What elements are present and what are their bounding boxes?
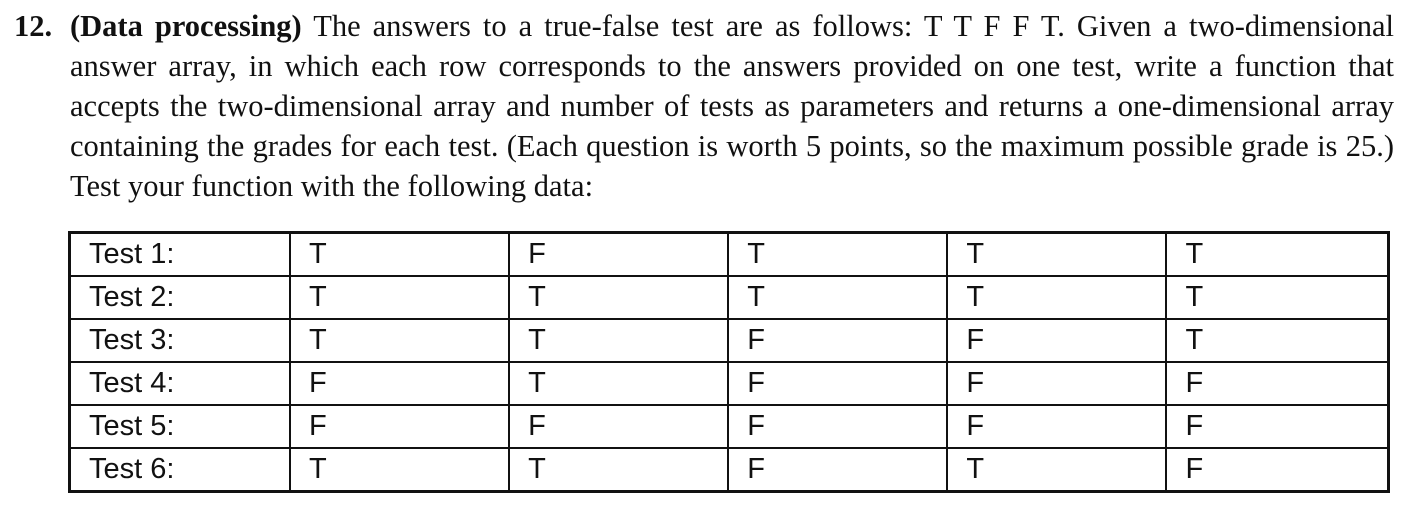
answer-cell: F [946, 361, 1168, 406]
answer-cell: T [946, 231, 1168, 277]
answer-cell: F [727, 361, 949, 406]
answer-cell: T [288, 318, 511, 363]
answer-cell: T [508, 318, 730, 363]
answer-cell: F [1165, 404, 1390, 449]
test-label: Test 6: [68, 447, 291, 493]
table-row: Test 5: F F F F F [68, 404, 1390, 449]
table-row: Test 2: T T T T T [68, 275, 1390, 320]
problem-body: (Data processing) The answers to a true-… [70, 6, 1394, 206]
answer-cell: F [508, 231, 730, 277]
answer-cell: T [1165, 275, 1390, 320]
table-row: Test 1: T F T T T [68, 231, 1390, 277]
answer-cell: F [288, 404, 511, 449]
test-label: Test 4: [68, 361, 291, 406]
answer-cell: F [946, 318, 1168, 363]
answer-cell: T [727, 275, 949, 320]
answer-cell: T [727, 231, 949, 277]
answer-cell: T [288, 231, 511, 277]
test-label: Test 2: [68, 275, 291, 320]
problem-number: 12. [14, 9, 53, 43]
answer-cell: F [288, 361, 511, 406]
answer-cell: F [508, 404, 730, 449]
answer-cell: T [946, 275, 1168, 320]
answer-cell: F [946, 404, 1168, 449]
answer-cell: T [288, 275, 511, 320]
answer-cell: F [727, 404, 949, 449]
answer-cell: T [946, 447, 1168, 493]
answer-cell: T [288, 447, 511, 493]
answer-cell: T [508, 275, 730, 320]
problem-paragraph: 12. (Data processing) The answers to a t… [14, 6, 1394, 206]
answer-cell: T [508, 447, 730, 493]
answers-table: Test 1: T F T T T Test 2: T T T T T Test… [68, 231, 1390, 493]
test-label: Test 3: [68, 318, 291, 363]
problem-statement: 12. (Data processing) The answers to a t… [14, 6, 1394, 206]
answer-cell: F [727, 318, 949, 363]
table-row: Test 6: T T F T F [68, 447, 1390, 493]
answer-cell: T [1165, 318, 1390, 363]
table-row: Test 3: T T F F T [68, 318, 1390, 363]
answer-cell: F [727, 447, 949, 493]
answer-cell: F [1165, 447, 1390, 493]
answer-cell: F [1165, 361, 1390, 406]
test-label: Test 5: [68, 404, 291, 449]
problem-topic: (Data processing) [70, 9, 302, 43]
answer-cell: T [1165, 231, 1390, 277]
test-label: Test 1: [68, 231, 291, 277]
answer-cell: T [508, 361, 730, 406]
table-row: Test 4: F T F F F [68, 361, 1390, 406]
